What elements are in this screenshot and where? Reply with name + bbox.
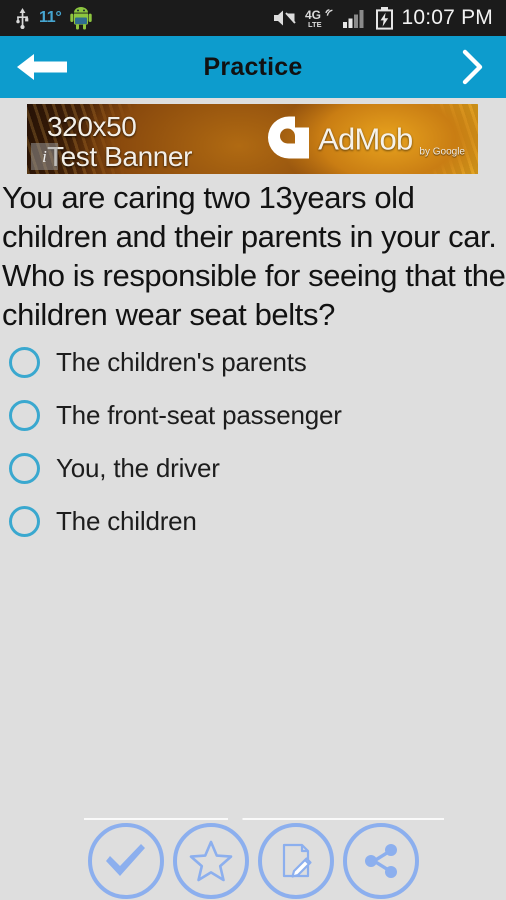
bottom-toolbar	[0, 822, 506, 900]
admob-by-google: by Google	[419, 146, 465, 158]
page-title: Practice	[203, 52, 303, 81]
answer-option-label: The children's parents	[56, 347, 307, 377]
answer-option-label: The children	[56, 506, 197, 536]
ad-banner[interactable]: 320x50 Test Banner i AdMob by Google	[27, 104, 478, 174]
signal-bars-icon	[342, 8, 367, 28]
question-text: You are caring two 13years old children …	[2, 180, 506, 332]
answer-option-1[interactable]: The children's parents	[0, 336, 506, 389]
share-button[interactable]	[342, 823, 419, 899]
radio-button-icon[interactable]	[9, 400, 40, 431]
check-icon	[105, 844, 145, 876]
usb-icon	[15, 7, 30, 29]
battery-charging-icon	[375, 6, 394, 30]
answer-option-3[interactable]: You, the driver	[0, 442, 506, 495]
radio-button-icon[interactable]	[9, 506, 40, 537]
radio-button-icon[interactable]	[9, 453, 40, 484]
next-question-button[interactable]	[450, 49, 496, 85]
ad-banner-line2: Test Banner	[47, 141, 193, 172]
status-bar-left-group: 11°	[0, 6, 93, 30]
radio-button-icon[interactable]	[9, 347, 40, 378]
network-type-icon: 4G LTE	[305, 7, 335, 29]
app-title-bar: Practice	[0, 36, 506, 98]
favorite-button[interactable]	[172, 823, 249, 899]
admob-wordmark: AdMob	[318, 121, 413, 156]
star-icon	[189, 840, 232, 882]
status-bar-right-group: 4G LTE 10:07 PM	[273, 6, 506, 30]
toolbar-divider	[84, 818, 444, 820]
temperature-indicator: 11°	[39, 9, 62, 26]
ad-banner-text: 320x50 Test Banner	[47, 112, 192, 172]
admob-logo-icon	[265, 114, 311, 165]
admob-branding: AdMob by Google	[265, 114, 465, 165]
answer-option-label: The front-seat passenger	[56, 400, 342, 430]
status-bar-clock: 10:07 PM	[401, 6, 493, 29]
ad-banner-line1: 320x50	[47, 111, 137, 142]
chevron-right-icon	[462, 49, 483, 85]
ad-info-icon[interactable]: i	[31, 143, 58, 170]
note-button[interactable]	[257, 823, 334, 899]
answer-option-label: You, the driver	[56, 453, 220, 483]
answer-option-2[interactable]: The front-seat passenger	[0, 389, 506, 442]
svg-text:LTE: LTE	[308, 20, 322, 29]
note-edit-icon	[282, 843, 312, 878]
answer-options-list: The children's parents The front-seat pa…	[0, 336, 506, 548]
answer-option-4[interactable]: The children	[0, 495, 506, 548]
android-robot-icon	[70, 6, 93, 30]
status-bar: 11° 4G LTE 10:07 PM	[0, 0, 506, 36]
share-icon	[364, 844, 397, 878]
mute-icon	[273, 8, 297, 28]
answer-check-button[interactable]	[87, 823, 164, 899]
